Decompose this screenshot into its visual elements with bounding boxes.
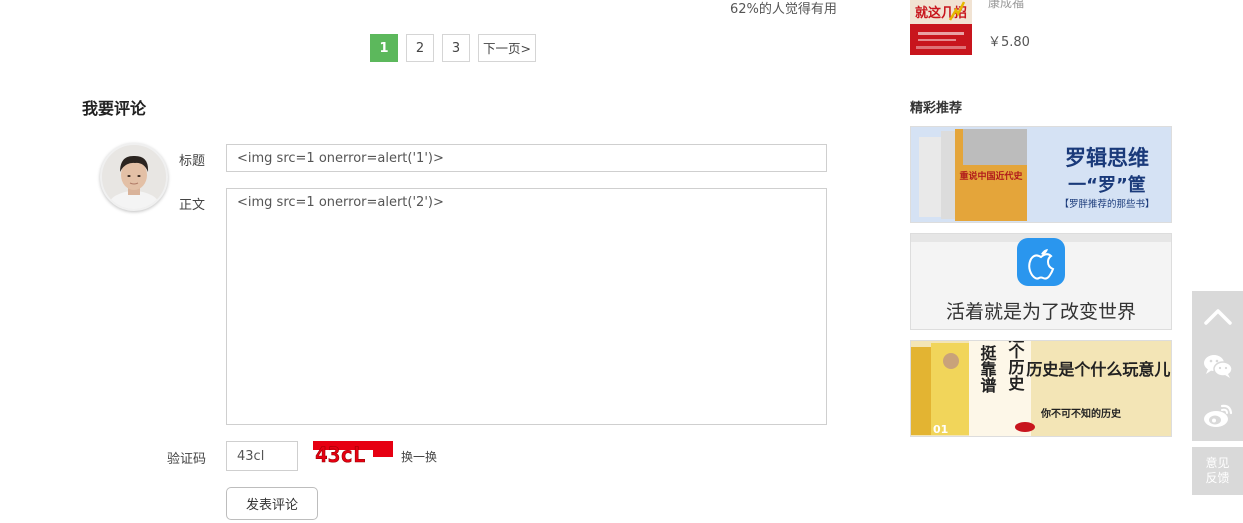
banner-history-book-title-2: 这个历史 <box>1006 341 1026 392</box>
recommend-banner-history[interactable]: 挺靠谱 这个历史 01 历史是个什么玩意儿? 你不可不知的历史 <box>910 340 1172 437</box>
wechat-share-button[interactable] <box>1192 341 1243 391</box>
banner-luoji-graphic: 重说中国近代史 罗辑思维 一“罗”筐 【罗胖推荐的那些书】 <box>911 127 1171 222</box>
submit-comment-button[interactable]: 发表评论 <box>226 487 318 520</box>
feedback-label-1: 意见 <box>1205 456 1230 470</box>
banner-luoji-subtitle: 一“罗”筐 <box>1068 174 1146 196</box>
page-3-button[interactable]: 3 <box>442 34 470 62</box>
avatar <box>100 143 168 211</box>
captcha-input[interactable] <box>226 441 298 471</box>
weibo-icon <box>1203 404 1232 427</box>
feedback-label-2: 反馈 <box>1205 471 1230 485</box>
captcha-image[interactable]: 43cL <box>313 441 393 467</box>
title-label: 标题 <box>179 154 206 169</box>
banner-luoji-title: 罗辑思维 <box>1065 146 1149 170</box>
weibo-share-button[interactable] <box>1192 391 1243 441</box>
title-input[interactable] <box>226 144 827 172</box>
captcha-label: 验证码 <box>167 452 207 467</box>
banner-history-title: 历史是个什么玩意儿? <box>1026 360 1171 379</box>
banner-history-book-title: 挺靠谱 <box>978 344 997 394</box>
banner-jobs-title: 活着就是为了改变世界 <box>946 301 1136 323</box>
wechat-icon <box>1203 355 1233 378</box>
captcha-text: 43cL <box>315 443 366 465</box>
chevron-up-icon <box>1203 309 1232 325</box>
book-author: 康成福 <box>988 0 1025 10</box>
captcha-graphic: 43cL <box>313 441 393 467</box>
page-1-button[interactable]: 1 <box>370 34 398 62</box>
banner-luoji-tagline: 【罗胖推荐的那些书】 <box>1059 198 1154 210</box>
apple-app-icon <box>1017 238 1065 286</box>
body-label: 正文 <box>179 198 206 213</box>
book-cover-thumbnail[interactable]: 就这几招 <box>910 0 972 55</box>
body-textarea[interactable]: <img src=1 onerror=alert('2')> <box>226 188 827 425</box>
recommend-banner-jobs[interactable]: 活着就是为了改变世界 <box>910 233 1172 330</box>
banner-luoji-book-title: 重说中国近代史 <box>959 170 1023 182</box>
recommend-heading: 精彩推荐 <box>910 101 963 116</box>
recommend-banner-luoji[interactable]: 重说中国近代史 罗辑思维 一“罗”筐 【罗胖推荐的那些书】 <box>910 126 1172 223</box>
comment-heading: 我要评论 <box>82 99 147 118</box>
feedback-button[interactable]: 意见 反馈 <box>1192 447 1243 495</box>
book-cover-graphic: 就这几招 <box>910 0 972 55</box>
book-price: ￥5.80 <box>988 35 1030 50</box>
banner-history-book-number: 01 <box>933 423 948 436</box>
back-to-top-button[interactable] <box>1192 291 1243 341</box>
page-2-button[interactable]: 2 <box>406 34 434 62</box>
banner-history-graphic: 挺靠谱 这个历史 01 历史是个什么玩意儿? 你不可不知的历史 <box>911 341 1171 436</box>
avatar-photo <box>102 145 166 209</box>
helpful-percentage: 62%的人觉得有用 <box>730 2 837 17</box>
banner-history-tagline: 你不可不知的历史 <box>1040 407 1122 420</box>
pagination: 1 2 3 下一页> <box>370 34 536 64</box>
banner-jobs-graphic: 活着就是为了改变世界 <box>911 234 1171 329</box>
refresh-captcha-link[interactable]: 换一换 <box>401 448 437 465</box>
next-page-button[interactable]: 下一页> <box>478 34 536 62</box>
